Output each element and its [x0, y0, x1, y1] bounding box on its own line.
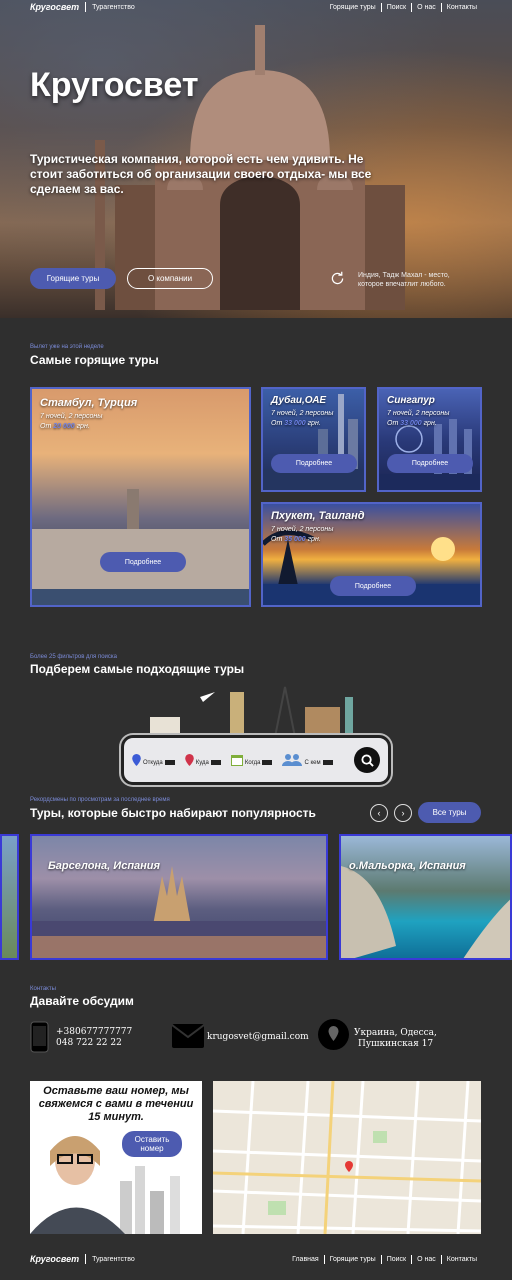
popular-title: Туры, которые быстро набирают популярнос…	[30, 806, 316, 820]
nav-search[interactable]: Поиск	[380, 2, 411, 12]
filter-when[interactable]: Когда	[230, 754, 273, 766]
card-title: Сингапур	[387, 395, 435, 406]
brand-logo[interactable]: Кругосвет	[30, 2, 79, 12]
email-icon	[172, 1024, 204, 1048]
hero-text: Туристическая компания, которой есть чем…	[30, 152, 372, 196]
tour-card-singapore[interactable]: Сингапур 7 ночей, 2 персоны От 33 000 гр…	[377, 387, 482, 492]
nav-about[interactable]: О нас	[411, 2, 441, 12]
popular-card-partial[interactable]	[0, 834, 19, 960]
popular-kicker: Рекордсмены по просмотрам за последнее в…	[30, 797, 170, 803]
location-pin-icon	[184, 754, 194, 766]
footer-nav-contacts[interactable]: Контакты	[440, 1254, 482, 1264]
top-nav: Горящие туры Поиск О нас Контакты	[325, 2, 482, 12]
card-title: Стамбул, Турция	[40, 397, 138, 409]
card-title: Пхукет, Таиланд	[271, 510, 365, 522]
search-icon	[360, 753, 374, 767]
tour-filter-bar: Откуда Куда Когда С кем	[121, 735, 391, 785]
card-details: 7 ночей, 2 персоны От 33 000 грн.	[271, 410, 334, 427]
filter-with[interactable]: С кем	[282, 754, 333, 766]
refresh-icon[interactable]	[329, 270, 346, 287]
footer-nav-about[interactable]: О нас	[411, 1254, 441, 1264]
filter-kicker: Более 25 фильтров для поиска	[30, 654, 117, 660]
nav-contacts[interactable]: Контакты	[440, 2, 482, 12]
istanbul-image	[32, 489, 249, 605]
email-link[interactable]: krugosvet@gmail.com	[207, 1032, 309, 1043]
card-title: о.Мальорка, Испания	[349, 860, 466, 872]
landmarks-illustration	[150, 686, 353, 737]
location-icon	[318, 1019, 349, 1050]
card-details: 7 ночей, 2 персоны От 35 000 грн.	[271, 526, 334, 543]
map[interactable]	[213, 1081, 481, 1234]
card-details: 7 ночей, 2 персоны От 33 000 грн.	[387, 410, 450, 427]
contacts-title: Давайте обсудим	[30, 994, 134, 1008]
calendar-icon	[230, 755, 243, 766]
footer-nav: Главная Горящие туры Поиск О нас Контакт…	[287, 1254, 482, 1264]
top-navbar: Кругосвет Турагентство Горящие туры Поис…	[0, 0, 512, 14]
hot-tours-button[interactable]: Горящие туры	[30, 268, 116, 289]
filter-title: Подберем самые подходящие туры	[30, 662, 245, 676]
card-title: Дубаи,ОАЕ	[271, 395, 327, 406]
address: Украина, Одесса, Пушкинская 17	[354, 1028, 437, 1049]
footer-nav-search[interactable]: Поиск	[380, 1254, 411, 1264]
footer-nav-hot-tours[interactable]: Горящие туры	[323, 1254, 381, 1264]
carousel-prev-button[interactable]: ‹	[370, 804, 388, 822]
card-details: 7 ночей, 2 персоны От 20 000 грн.	[40, 413, 103, 430]
hot-title: Самые горящие туры	[30, 353, 159, 367]
footer-brand[interactable]: Кругосвет	[30, 1254, 79, 1264]
footer-brand-divider	[85, 1254, 87, 1264]
location-pin-icon	[132, 754, 141, 766]
hot-kicker: Вылет уже на этой неделе	[30, 344, 104, 350]
details-button[interactable]: Подробнее	[387, 454, 473, 473]
popular-card-mallorca[interactable]: о.Мальорка, Испания	[339, 834, 512, 960]
card-title: Барселона, Испания	[48, 860, 160, 872]
map-streets	[213, 1081, 481, 1234]
callback-text: Оставьте ваш номер, мы свяжемся с вами в…	[38, 1085, 194, 1123]
details-button[interactable]: Подробнее	[100, 552, 186, 572]
all-tours-button[interactable]: Все туры	[418, 802, 481, 823]
footer: Кругосвет Турагентство Главная Горящие т…	[0, 1252, 512, 1266]
map-pin-icon	[345, 1161, 353, 1172]
details-button[interactable]: Подробнее	[330, 576, 416, 596]
brand-subtitle: Турагентство	[92, 3, 135, 11]
brand-divider	[85, 2, 87, 12]
about-button[interactable]: О компании	[127, 268, 213, 289]
barcelona-image	[32, 866, 326, 958]
phone-icon	[30, 1021, 49, 1053]
people-icon	[282, 754, 303, 766]
hero-caption: Индия, Тадж Махал - место, которое впеча…	[358, 272, 450, 288]
nav-hot-tours[interactable]: Горящие туры	[325, 3, 381, 12]
carousel-next-button[interactable]: ›	[394, 804, 412, 822]
contacts-kicker: Контакты	[30, 986, 56, 992]
tour-card-dubai[interactable]: Дубаи,ОАЕ 7 ночей, 2 персоны От 33 000 г…	[261, 387, 366, 492]
tour-card-istanbul[interactable]: Стамбул, Турция 7 ночей, 2 персоны От 20…	[30, 387, 251, 607]
search-button[interactable]	[354, 747, 380, 773]
tour-card-phuket[interactable]: Пхукет, Таиланд 7 ночей, 2 персоны От 35…	[261, 502, 482, 607]
footer-brand-subtitle: Турагентство	[92, 1255, 135, 1263]
details-button[interactable]: Подробнее	[271, 454, 357, 473]
popular-card-barcelona[interactable]: Барселона, Испания	[30, 834, 328, 960]
phone-numbers[interactable]: +380677777777 048 722 22 22	[56, 1027, 132, 1049]
callback-button[interactable]: Оставить номер	[122, 1131, 182, 1157]
callback-banner: Оставьте ваш номер, мы свяжемся с вами в…	[30, 1081, 202, 1234]
filter-from[interactable]: Откуда	[132, 754, 175, 766]
footer-nav-home[interactable]: Главная	[287, 1255, 324, 1264]
hero-title: Кругосвет	[30, 66, 199, 104]
filter-to[interactable]: Куда	[184, 754, 221, 766]
mallorca-image	[341, 866, 510, 958]
